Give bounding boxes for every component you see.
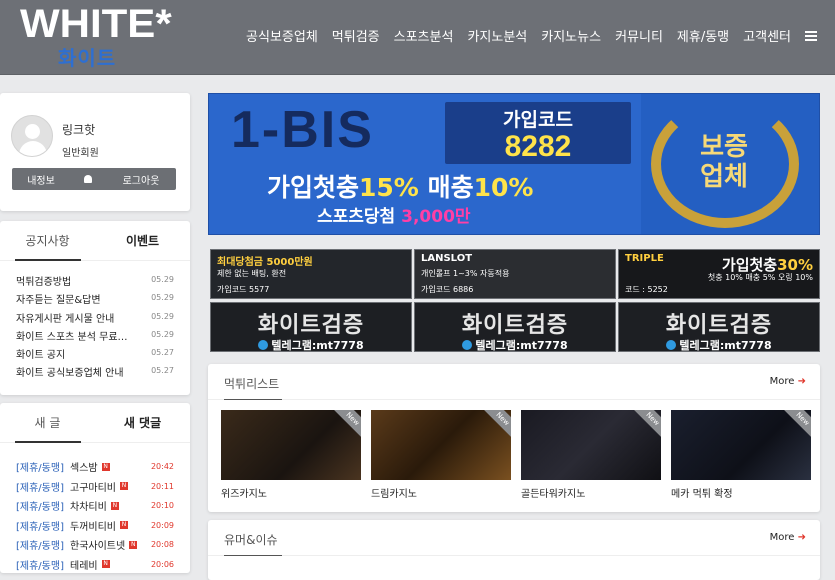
thumbnail-image: New xyxy=(221,410,361,480)
list-item[interactable]: [제휴/동맹] 두꺼비티비 N 20:09 xyxy=(16,516,174,536)
tab-new-posts[interactable]: 새 글 xyxy=(0,403,95,442)
more-link[interactable]: More ➜ xyxy=(770,376,806,387)
avatar xyxy=(11,115,53,157)
profile-role: 일반회원 xyxy=(62,148,99,159)
new-badge-icon: N xyxy=(129,540,138,549)
site-logo[interactable]: WHITE* 화이트 xyxy=(20,2,172,70)
logo-subtext: 화이트 xyxy=(58,46,117,70)
thumbnail-image: New xyxy=(671,410,811,480)
list-item[interactable]: 화이트 공지 05.27 xyxy=(16,346,174,364)
new-posts-list: [제휴/동맹] 섹스밤 N 20:42 [제휴/동맹] 고구마티비 N 20:11 [제휴/… xyxy=(0,443,190,574)
thumbnail-grid: New 위즈카지노 New 드림카지노 New 골든타워카지노 New 메카 먹… xyxy=(221,410,811,500)
notification-button[interactable] xyxy=(70,175,106,183)
list-item[interactable]: 화이트 스포츠 분석 무료제... 05.29 xyxy=(16,328,174,346)
new-badge-icon: N xyxy=(120,482,128,491)
thumbnail-image: New xyxy=(371,410,511,480)
banner-seal: 보증업체 xyxy=(700,132,748,192)
new-badge-icon: N xyxy=(101,462,110,471)
nav-item-official[interactable]: 공식보증업체 xyxy=(246,26,318,45)
telegram-icon xyxy=(666,340,677,350)
banner-code-label: 가입코드 xyxy=(503,109,573,131)
partner-banner[interactable]: 최대당첨금 5000만원 제한 없는 배팅, 환전 가입코드 5577 xyxy=(210,249,412,299)
new-posts-card: 새 글 새 댓글 [제휴/동맹] 섹스밤 N 20:42 [제휴/동맹] 고구마티비 N 2… xyxy=(0,403,190,573)
list-item[interactable]: [제휴/동맹] 차차티비 N 20:10 xyxy=(16,496,174,516)
site-header: WHITE* 화이트 공식보증업체 먹튀검증 스포츠분석 카지노분석 카지노뉴스… xyxy=(0,0,835,75)
partner-banner[interactable]: TRIPLE 가입첫충30% 첫충 10% 매충 5% 오링 10% 코드 : … xyxy=(618,249,820,299)
thumbnail-item[interactable]: New 메카 먹튀 확정 xyxy=(671,410,811,500)
list-item[interactable]: 자유게시판 게시물 안내 05.29 xyxy=(16,310,174,328)
tab-event[interactable]: 이벤트 xyxy=(95,221,190,260)
list-item[interactable]: [제휴/동맹] 테레비 N 20:06 xyxy=(16,555,174,575)
my-info-button[interactable]: 내정보 xyxy=(12,172,70,187)
arrow-right-icon: ➜ xyxy=(797,376,806,387)
hamburger-menu-icon[interactable] xyxy=(805,30,817,41)
new-badge-icon: N xyxy=(101,560,110,569)
banner-code: 8282 xyxy=(504,130,572,163)
banner-sports-line: 스포츠당첨 3,000만 xyxy=(317,207,471,227)
notice-card: 공지사항 이벤트 먹튀검증방법 05.29 자주듣는 질문&답변 05.29 자유게… xyxy=(0,221,190,395)
section-title: 유머&이슈 xyxy=(224,533,282,556)
nav-item-community[interactable]: 커뮤니티 xyxy=(615,26,663,45)
thumbnail-image: New xyxy=(521,410,661,480)
list-item[interactable]: 화이트 공식보증업체 안내 05.27 xyxy=(16,364,174,382)
notice-list: 먹튀검증방법 05.29 자주듣는 질문&답변 05.29 자유게시판 게시물 안내… xyxy=(0,261,190,383)
bell-icon xyxy=(84,175,92,183)
nav-item-verify[interactable]: 먹튀검증 xyxy=(332,26,380,45)
nav-item-casino-analysis[interactable]: 카지노분석 xyxy=(467,26,527,45)
nav-item-casino-news[interactable]: 카지노뉴스 xyxy=(541,26,601,45)
profile-actions: 내정보 로그아웃 xyxy=(12,168,176,190)
nav-item-partners[interactable]: 제휴/동맹 xyxy=(677,26,729,45)
list-item[interactable]: 자주듣는 질문&답변 05.29 xyxy=(16,291,174,309)
logout-button[interactable]: 로그아웃 xyxy=(106,172,176,187)
section-title: 먹튀리스트 xyxy=(224,377,283,400)
banner-brand: 1-BIS xyxy=(231,101,374,159)
nav-item-sports[interactable]: 스포츠분석 xyxy=(394,26,454,45)
partner-banner[interactable]: LANSLOT 개인롤프 1~3% 자동적용 가입코드 6886 xyxy=(414,249,616,299)
new-badge-icon: N xyxy=(110,501,119,510)
main-nav: 공식보증업체 먹튀검증 스포츠분석 카지노분석 카지노뉴스 커뮤니티 제휴/동맹… xyxy=(232,26,817,45)
logo-star: * xyxy=(155,2,172,46)
arrow-right-icon: ➜ xyxy=(797,532,806,543)
telegram-icon xyxy=(462,340,473,350)
humor-section: 유머&이슈 More ➜ xyxy=(208,520,820,580)
list-item[interactable]: [제휴/동맹] 고구마티비 N 20:11 xyxy=(16,477,174,497)
verify-banner-row: 화이트검증 텔레그램:mt7778 화이트검증 텔레그램:mt7778 화이트검… xyxy=(210,302,820,352)
telegram-icon xyxy=(258,340,269,350)
list-item[interactable]: [제휴/동맹] 한국사이트넷 N 20:08 xyxy=(16,535,174,555)
partner-banner-row: 최대당첨금 5000만원 제한 없는 배팅, 환전 가입코드 5577 LANS… xyxy=(210,249,820,299)
thumbnail-item[interactable]: New 드림카지노 xyxy=(371,410,511,500)
logo-text: WHITE xyxy=(20,2,156,46)
list-item[interactable]: 먹튀검증방법 05.29 xyxy=(16,273,174,291)
more-link[interactable]: More ➜ xyxy=(770,532,806,543)
verify-banner[interactable]: 화이트검증 텔레그램:mt7778 xyxy=(210,302,412,352)
tab-new-comments[interactable]: 새 댓글 xyxy=(95,403,190,442)
profile-name: 링크핫 xyxy=(62,123,96,137)
thumbnail-item[interactable]: New 위즈카지노 xyxy=(221,410,361,500)
verify-banner[interactable]: 화이트검증 텔레그램:mt7778 xyxy=(618,302,820,352)
new-badge-icon: N xyxy=(120,521,128,530)
verify-banner[interactable]: 화이트검증 텔레그램:mt7778 xyxy=(414,302,616,352)
nav-item-support[interactable]: 고객센터 xyxy=(743,26,791,45)
banner-code-box: 가입코드 8282 xyxy=(445,102,631,164)
scam-list-section: 먹튀리스트 More ➜ New 위즈카지노 New 드림카지노 New 골든타… xyxy=(208,364,820,512)
list-item[interactable]: [제휴/동맹] 섹스밤 N 20:42 xyxy=(16,457,174,477)
thumbnail-item[interactable]: New 골든타워카지노 xyxy=(521,410,661,500)
main-banner[interactable]: 1-BIS 가입코드 8282 가입첫충15% 매충10% 스포츠당첨 3,00… xyxy=(208,93,820,235)
tab-notice[interactable]: 공지사항 xyxy=(0,221,95,260)
banner-promo-line: 가입첫충15% 매충10% xyxy=(267,173,534,202)
